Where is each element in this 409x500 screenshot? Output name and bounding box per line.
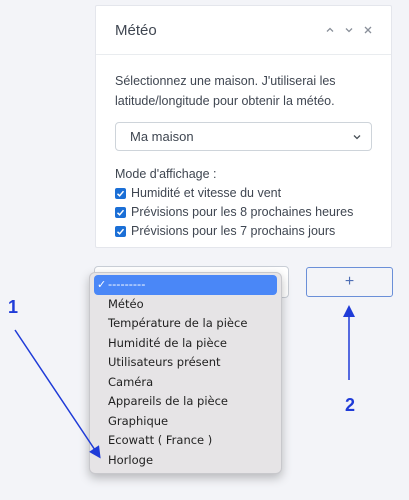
chevron-up-icon — [326, 27, 334, 32]
annotation-arrow-1 — [14, 329, 101, 459]
move-down-button[interactable] — [340, 21, 358, 39]
close-icon — [364, 26, 372, 34]
option-label: Appareils de la pièce — [108, 394, 228, 408]
option-label: Température de la pièce — [108, 316, 248, 330]
checkbox-humidity-wind[interactable]: Humidité et vitesse du vent — [115, 186, 372, 200]
dropdown-option-chart[interactable]: Graphique — [94, 412, 277, 432]
chevron-down-icon — [353, 134, 361, 139]
dropdown-option-empty[interactable]: ✓ --------- — [94, 275, 277, 295]
display-mode-label: Mode d'affichage : — [115, 167, 217, 181]
dropdown-option-camera[interactable]: Caméra — [94, 373, 277, 393]
dropdown-option-room-devices[interactable]: Appareils de la pièce — [94, 392, 277, 412]
option-label: Ecowatt ( France ) — [108, 433, 213, 447]
option-label: --------- — [108, 277, 146, 291]
weather-widget-card: Météo Sélectionnez une maison. J'utilise… — [95, 5, 392, 248]
checkbox-checked-icon[interactable] — [115, 206, 126, 218]
option-label: Graphique — [108, 413, 169, 428]
option-label: Caméra — [108, 374, 154, 389]
house-select[interactable]: Ma maison — [115, 122, 372, 151]
checkbox-label: Prévisions pour les 7 prochains jours — [131, 224, 336, 238]
dropdown-option-ecowatt[interactable]: Ecowatt ( France ) — [94, 431, 277, 451]
house-select-value: Ma maison — [130, 129, 194, 144]
card-title: Météo — [115, 21, 157, 39]
card-header: Météo — [96, 6, 391, 55]
checkmark-icon: ✓ — [97, 278, 107, 291]
widget-type-dropdown[interactable]: ✓ --------- Météo Température de la pièce… — [89, 272, 282, 474]
checkbox-label: Humidité et vitesse du vent — [131, 186, 282, 200]
close-button[interactable] — [359, 21, 377, 39]
move-up-button[interactable] — [321, 21, 339, 39]
checkbox-label: Prévisions pour les 8 prochaines heures — [131, 205, 354, 219]
dropdown-option-room-temperature[interactable]: Température de la pièce — [94, 314, 277, 334]
dropdown-option-clock[interactable]: Horloge — [94, 451, 277, 471]
add-widget-button[interactable]: + — [306, 267, 393, 297]
dropdown-option-users-present[interactable]: Utilisateurs présent — [94, 353, 277, 373]
checkbox-checked-icon[interactable] — [115, 187, 126, 199]
annotation-number-1: 1 — [8, 297, 19, 317]
card-body: Sélectionnez une maison. J'utiliserai le… — [96, 55, 391, 238]
card-description: Sélectionnez une maison. J'utiliserai le… — [115, 74, 336, 108]
option-label: Utilisateurs présent — [108, 355, 221, 369]
option-label: Horloge — [108, 452, 154, 467]
dropdown-option-meteo[interactable]: Météo — [94, 295, 277, 315]
annotation-number-2: 2 — [345, 395, 356, 415]
checkbox-7-days[interactable]: Prévisions pour les 7 prochains jours — [115, 224, 372, 238]
option-label: Météo — [108, 296, 144, 311]
checkbox-8-hours[interactable]: Prévisions pour les 8 prochaines heures — [115, 205, 372, 219]
option-label: Humidité de la pièce — [108, 335, 227, 350]
dropdown-option-room-humidity[interactable]: Humidité de la pièce — [94, 334, 277, 354]
chevron-down-icon — [345, 28, 353, 33]
checkbox-checked-icon[interactable] — [115, 225, 126, 237]
